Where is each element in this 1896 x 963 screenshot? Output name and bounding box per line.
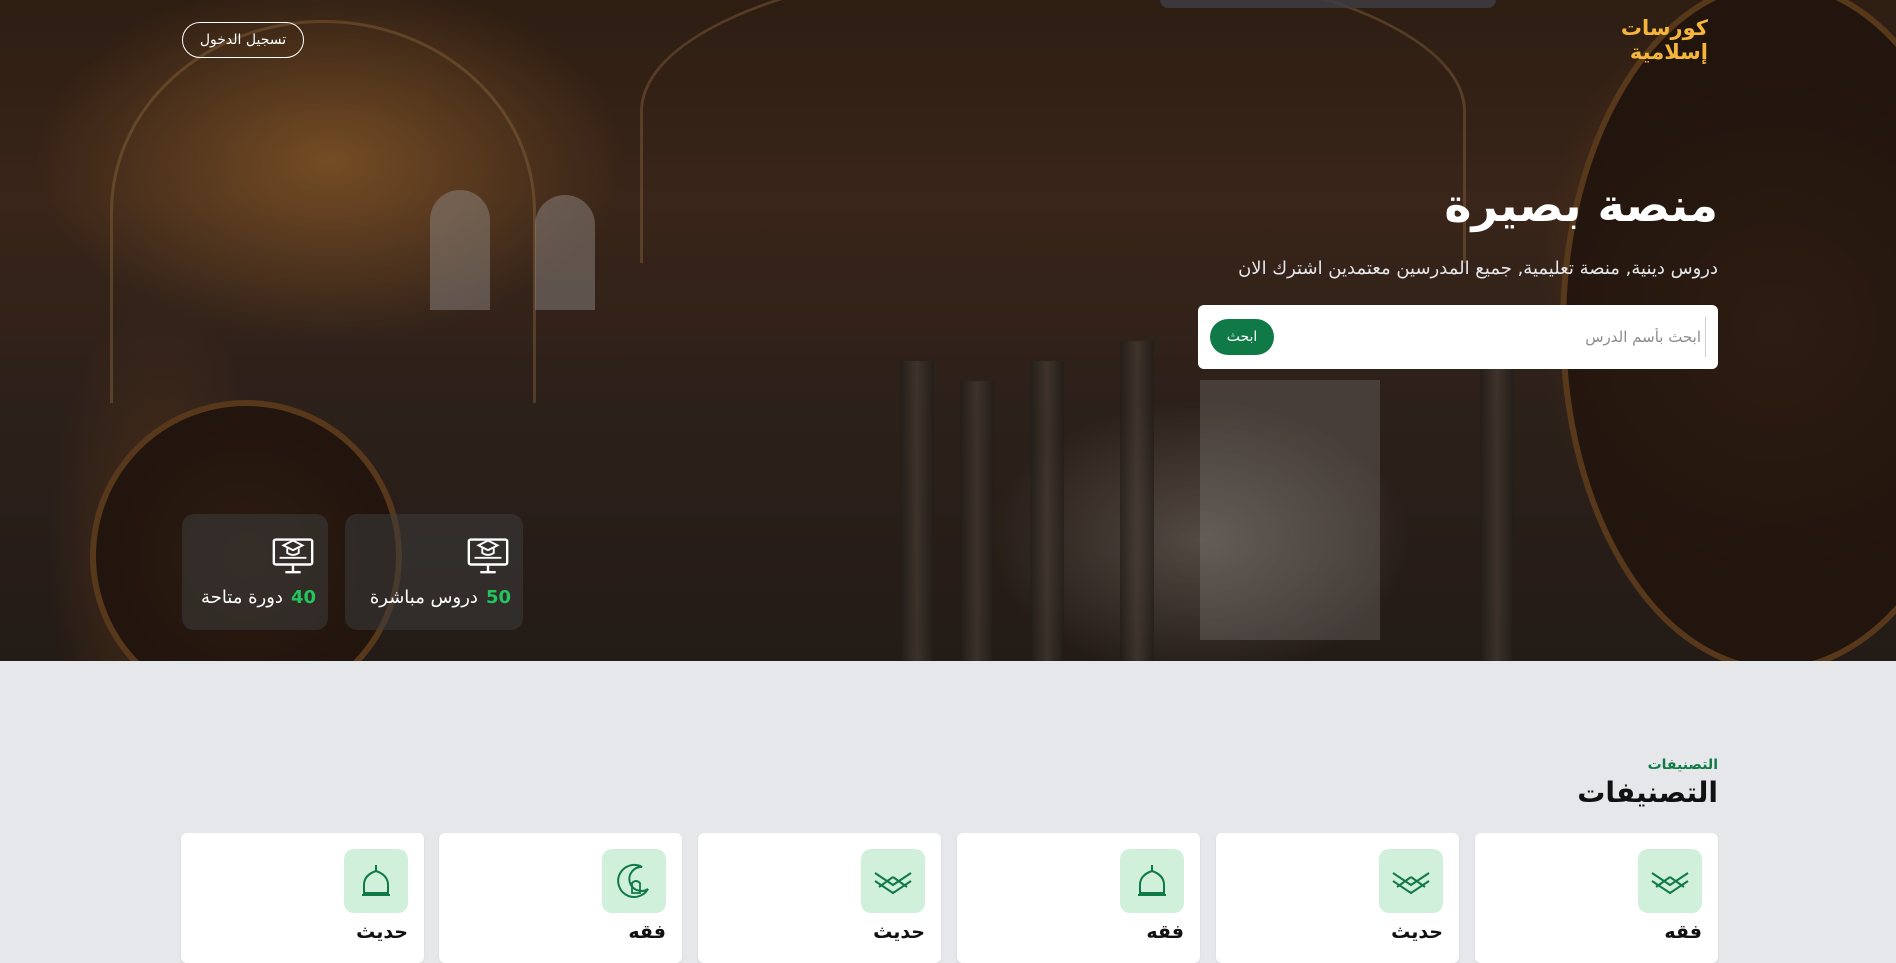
hero-title: منصة بصيرة [1444,178,1718,232]
category-card[interactable]: فقه [1475,833,1718,963]
mosque-dome-icon [362,865,390,896]
crescent-mosque-icon [617,864,649,898]
stat-text: 40 دورة متاحة [201,587,316,608]
stat-card-available-courses: 40 دورة متاحة [182,514,328,630]
mosque-dome-icon [1138,865,1166,896]
category-card[interactable]: حديث [181,833,424,963]
brand-line-1: كورسات [1620,16,1708,40]
open-quran-icon [874,872,912,895]
categories-eyebrow: التصنيفات [1647,757,1718,773]
login-button[interactable]: تسجيل الدخول [182,22,304,58]
open-quran-icon [1392,872,1430,895]
category-card[interactable]: فقه [957,833,1200,963]
icon-badge [1638,849,1702,913]
stat-number: 40 [290,587,316,608]
category-label: فقه [1664,921,1702,943]
stat-text: 50 دروس مباشرة [370,587,511,608]
category-label: فقه [628,921,666,943]
hero-subtitle: دروس دينية, منصة تعليمية, جميع المدرسين … [1238,258,1718,279]
category-label: فقه [1146,921,1184,943]
categories-grid: فقه حديث فقه حديث فقه حديث [181,833,1718,963]
category-label: حديث [873,921,925,943]
stat-card-live-lessons: 50 دروس مباشرة [345,514,523,630]
search-box: ابحث [1198,305,1718,369]
category-card[interactable]: حديث [698,833,941,963]
category-label: حديث [356,921,408,943]
monitor-graduation-icon [272,538,314,574]
open-quran-icon [1651,872,1689,895]
hero-banner: كورسات إسلامية تسجيل الدخول منصة بصيرة د… [0,0,1896,661]
brand-line-2: إسلامية [1629,40,1708,64]
brand-logo[interactable]: كورسات إسلامية [1588,16,1708,64]
icon-badge [1379,849,1443,913]
search-input[interactable] [1341,317,1706,357]
stat-label: دروس مباشرة [369,587,478,608]
monitor-graduation-icon [467,538,509,574]
icon-badge [344,849,408,913]
search-button[interactable]: ابحث [1210,319,1274,355]
stat-label: دورة متاحة [201,587,283,608]
icon-badge [602,849,666,913]
icon-badge [861,849,925,913]
category-card[interactable]: فقه [439,833,682,963]
category-card[interactable]: حديث [1216,833,1459,963]
icon-badge [1120,849,1184,913]
categories-title: التصنيفات [1577,776,1718,809]
stat-number: 50 [485,587,511,608]
top-nav-strip [1160,0,1496,8]
category-label: حديث [1391,921,1443,943]
